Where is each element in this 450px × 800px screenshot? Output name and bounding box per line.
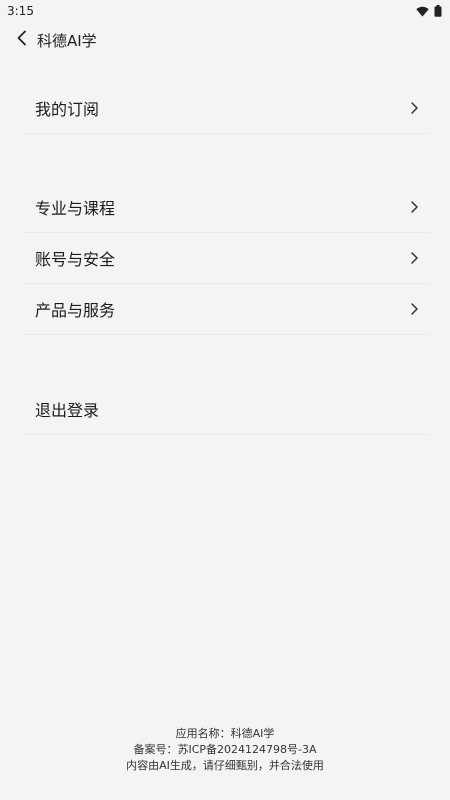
menu-item-my-subscription[interactable]: 我的订阅 <box>24 83 429 134</box>
chevron-right-icon <box>410 251 419 265</box>
logout-label: 退出登录 <box>35 401 100 420</box>
back-button[interactable] <box>4 22 40 58</box>
status-bar: 3:15 <box>0 0 450 22</box>
status-time: 3:15 <box>7 4 34 18</box>
footer-app-name: 应用名称：科德AI学 <box>175 727 275 740</box>
page-title: 科德AI学 <box>37 31 97 50</box>
menu-item-label: 专业与课程 <box>35 199 116 218</box>
menu-item-label: 账号与安全 <box>35 250 116 269</box>
status-icons <box>416 5 442 17</box>
chevron-right-icon <box>410 101 419 115</box>
chevron-right-icon <box>410 200 419 214</box>
app-header: 科德AI学 <box>0 22 450 58</box>
menu-item-major-courses[interactable]: 专业与课程 <box>24 182 429 233</box>
logout-button[interactable]: 退出登录 <box>24 384 429 435</box>
menu-item-account-security[interactable]: 账号与安全 <box>24 233 429 284</box>
menu-item-label: 我的订阅 <box>35 100 100 119</box>
battery-icon <box>434 5 442 17</box>
menu-item-products-services[interactable]: 产品与服务 <box>24 284 429 335</box>
menu-group-account: 专业与课程 账号与安全 产品与服务 <box>24 182 429 335</box>
footer-info: 应用名称：科德AI学 备案号：苏ICP备2024124798号-3A 内容由AI… <box>0 726 450 774</box>
wifi-icon <box>416 6 429 17</box>
menu-item-label: 产品与服务 <box>35 301 116 320</box>
footer-disclaimer: 内容由AI生成，请仔细甄别，并合法使用 <box>126 759 324 772</box>
settings-screen: 3:15 科德AI学 我的订阅 专业与课程 账号与安全 产品与服务 退出登录 应… <box>0 0 450 800</box>
menu-group-subscription: 我的订阅 <box>24 83 429 134</box>
menu-group-logout: 退出登录 <box>24 384 429 435</box>
chevron-left-icon <box>15 30 29 50</box>
footer-icp: 备案号：苏ICP备2024124798号-3A <box>133 743 317 756</box>
chevron-right-icon <box>410 302 419 316</box>
